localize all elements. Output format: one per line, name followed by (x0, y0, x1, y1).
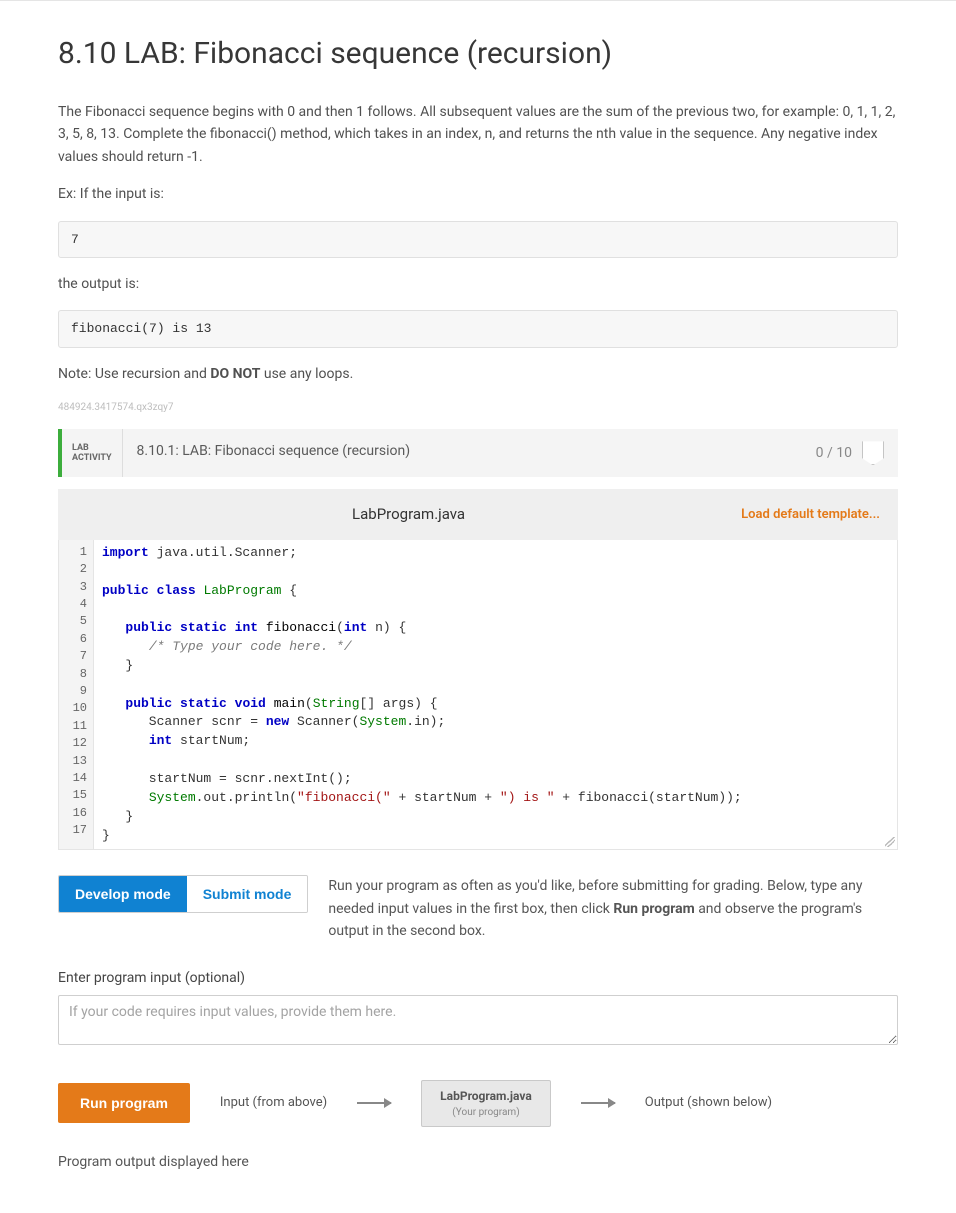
develop-mode-button[interactable]: Develop mode (59, 876, 187, 912)
line-number-gutter: 1234567891011121314151617 (59, 540, 94, 850)
lab-activity-bar: LAB ACTIVITY 8.10.1: LAB: Fibonacci sequ… (58, 429, 898, 477)
submit-mode-button[interactable]: Submit mode (187, 876, 308, 912)
arrow-icon (581, 1102, 615, 1104)
resize-handle-icon[interactable] (885, 837, 895, 847)
load-default-template-link[interactable]: Load default template... (741, 505, 880, 525)
example-input-block: 7 (58, 221, 898, 259)
arrow-icon (357, 1102, 391, 1104)
example-output-block: fibonacci(7) is 13 (58, 310, 898, 348)
program-flow-box: LabProgram.java (Your program) (421, 1080, 551, 1127)
problem-description: The Fibonacci sequence begins with 0 and… (58, 101, 898, 168)
input-flow-label: Input (from above) (220, 1093, 327, 1113)
page-title: 8.10 LAB: Fibonacci sequence (recursion) (58, 31, 898, 76)
mode-toggle: Develop mode Submit mode (58, 875, 308, 913)
program-input-label: Enter program input (optional) (58, 968, 898, 989)
lab-score: 0 / 10 (802, 429, 898, 477)
score-shield-icon (862, 441, 884, 465)
output-flow-label: Output (shown below) (645, 1093, 772, 1113)
run-program-button[interactable]: Run program (58, 1083, 190, 1123)
code-editor[interactable]: 1234567891011121314151617 import java.ut… (58, 540, 898, 851)
note-text: Note: Use recursion and DO NOT use any l… (58, 363, 898, 385)
lab-activity-title: 8.10.1: LAB: Fibonacci sequence (recursi… (123, 429, 802, 477)
editor-filename: LabProgram.java (76, 503, 741, 526)
program-output-caption: Program output displayed here (58, 1152, 898, 1173)
code-text-area[interactable]: import java.util.Scanner; public class L… (94, 540, 897, 850)
mode-description: Run your program as often as you'd like,… (328, 875, 898, 942)
lab-tag: LAB ACTIVITY (62, 429, 123, 477)
code-editor-card: LabProgram.java Load default template...… (58, 489, 898, 850)
example-intro: Ex: If the input is: (58, 183, 898, 205)
example-output-label: the output is: (58, 273, 898, 295)
program-input-textarea[interactable] (58, 995, 898, 1045)
activity-id: 484924.3417574.qx3zqy7 (58, 400, 898, 415)
